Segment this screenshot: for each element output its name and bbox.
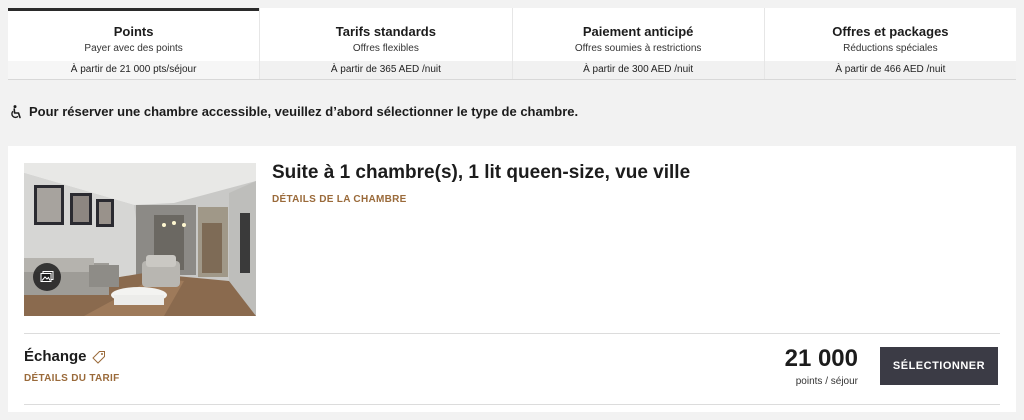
tab-title: Offres et packages (832, 24, 949, 39)
price-unit: points / séjour (795, 376, 858, 387)
notice-text: Pour réserver une chambre accessible, ve… (29, 104, 579, 119)
room-image (24, 163, 256, 316)
tab-offers-packages[interactable]: Offres et packages Réductions spéciales … (764, 8, 1016, 79)
tab-points[interactable]: Points Payer avec des points À partir de… (8, 8, 261, 79)
rate-details-link[interactable]: DÉTAILS DU TARIF (24, 373, 120, 384)
rate-tabs: Points Payer avec des points À partir de… (8, 8, 1016, 80)
divider (24, 404, 1000, 405)
tag-icon[interactable] (91, 350, 106, 364)
room-title: Suite à 1 chambre(s), 1 lit queen-size, … (272, 162, 691, 183)
select-button[interactable]: SÉLECTIONNER (880, 347, 998, 385)
tab-subtitle: Offres soumies à restrictions (574, 43, 702, 54)
photo-gallery-icon (40, 271, 54, 282)
photo-gallery-button[interactable] (33, 263, 61, 291)
tab-subtitle: Offres flexibles (352, 43, 419, 54)
rate-price: 21 000 points / séjour (784, 345, 858, 388)
room-card: Suite à 1 chambre(s), 1 lit queen-size, … (8, 146, 1016, 412)
accessibility-notice: Pour réserver une chambre accessible, ve… (10, 104, 578, 119)
tab-price: À partir de 300 AED /nuit (512, 61, 764, 79)
wheelchair-icon (11, 104, 21, 118)
tab-standard-rates[interactable]: Tarifs standards Offres flexibles À part… (260, 8, 513, 79)
rate-name-label: Échange (24, 348, 87, 365)
tab-price: À partir de 466 AED /nuit (764, 61, 1016, 79)
tab-prepaid[interactable]: Paiement anticipé Offres soumies à restr… (512, 8, 765, 79)
divider (24, 333, 1000, 334)
tab-title: Points (113, 24, 154, 39)
rate-name: Échange (24, 348, 106, 365)
tab-price: À partir de 365 AED /nuit (260, 61, 512, 79)
tab-subtitle: Payer avec des points (84, 43, 183, 54)
room-details-link[interactable]: DÉTAILS DE LA CHAMBRE (272, 194, 407, 205)
tab-price: À partir de 21 000 pts/séjour (8, 61, 260, 79)
price-value: 21 000 (784, 345, 858, 372)
tab-subtitle: Réductions spéciales (843, 43, 938, 54)
tab-title: Paiement anticipé (582, 24, 694, 39)
room-photo[interactable] (24, 163, 256, 316)
tab-title: Tarifs standards (335, 24, 436, 39)
